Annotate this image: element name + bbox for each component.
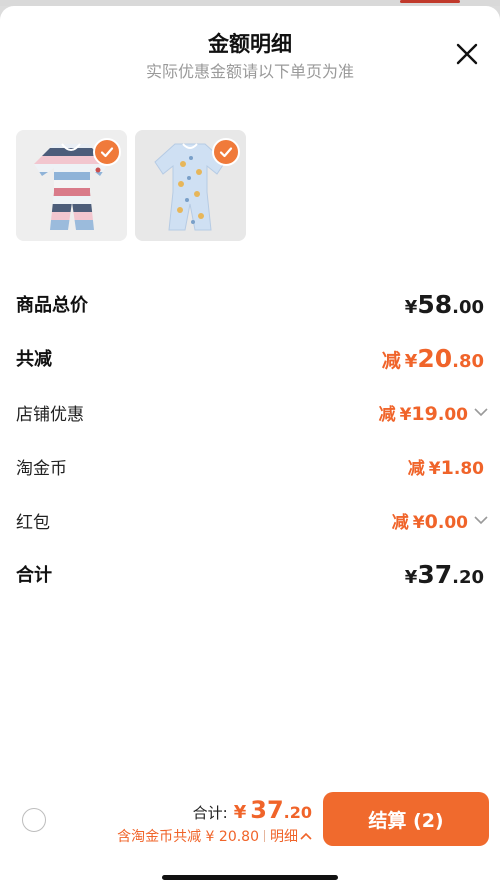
checkout-button[interactable]: 结算 (2) xyxy=(323,792,489,846)
bottom-discount-text: 含淘金币共减 ¥ 20.80 xyxy=(117,829,259,845)
amount-detail-sheet: 金额明细 实际优惠金额请以下单页为准 商品总价 ¥ 58 .00 共减 减 ¥ … xyxy=(0,6,500,890)
hongbao-label: 红包 xyxy=(16,512,50,533)
bottom-total: 合计: ¥ 37 .20 xyxy=(193,796,312,824)
yen-sign: ¥ xyxy=(404,296,418,318)
taojinbi-amount: 减 ¥ 1 .80 xyxy=(408,454,484,479)
bottom-total-label: 合计: xyxy=(192,804,228,822)
select-all-radio[interactable] xyxy=(22,808,46,832)
chevron-up-icon xyxy=(300,832,312,840)
chevron-down-icon[interactable] xyxy=(474,515,488,525)
hongbao-amount: 减 ¥ 0 .00 xyxy=(391,508,488,533)
row-total-discount: 共减 减 ¥ 20 .80 xyxy=(16,338,484,378)
close-icon[interactable] xyxy=(455,42,479,66)
amount-integer: 37 xyxy=(417,559,453,589)
shop-discount-label: 店铺优惠 xyxy=(16,404,84,425)
yen-sign: ¥ xyxy=(412,512,425,533)
total-label: 合计 xyxy=(16,565,52,586)
detail-toggle[interactable]: 明细 xyxy=(270,826,312,846)
yen-sign: ¥ xyxy=(233,802,247,823)
amount-decimal: .80 xyxy=(452,350,484,372)
row-taojinbi: 淘金币 减 ¥ 1 .80 xyxy=(16,446,484,486)
yen-sign: ¥ xyxy=(404,566,418,588)
product-thumb-blue-romper[interactable] xyxy=(135,130,246,241)
discount-prefix: 减 xyxy=(407,458,425,479)
chevron-down-icon[interactable] xyxy=(474,407,488,417)
discount-prefix: 减 xyxy=(381,349,401,372)
total-amount: ¥ 37 .20 xyxy=(405,560,484,589)
yen-sign: ¥ xyxy=(428,458,441,479)
amount-integer: 1 xyxy=(440,456,454,479)
amount-integer: 58 xyxy=(417,289,453,319)
checkout-bar: 合计: ¥ 37 .20 含淘金币共减 ¥ 20.80 明细 结算 (2) xyxy=(0,786,500,850)
amount-integer: 20 xyxy=(417,343,453,373)
amount-decimal: .20 xyxy=(452,566,484,588)
bottom-total-integer: 37 xyxy=(250,796,284,824)
amount-integer: 19 xyxy=(411,402,438,425)
yen-sign: ¥ xyxy=(399,404,412,425)
row-hongbao[interactable]: 红包 减 ¥ 0 .00 xyxy=(16,500,488,540)
taojinbi-label: 淘金币 xyxy=(16,458,67,479)
total-discount-amount: 减 ¥ 20 .80 xyxy=(382,344,484,373)
sheet-subtitle: 实际优惠金额请以下单页为准 xyxy=(145,62,354,81)
row-total: 合计 ¥ 37 .20 xyxy=(16,554,484,594)
total-discount-label: 共减 xyxy=(16,349,52,370)
check-icon[interactable] xyxy=(212,138,240,166)
goods-total-label: 商品总价 xyxy=(16,295,88,316)
amount-decimal: .00 xyxy=(437,512,468,533)
product-thumb-striped-romper[interactable] xyxy=(16,130,127,241)
row-shop-discount[interactable]: 店铺优惠 减 ¥ 19 .00 xyxy=(16,392,488,432)
yen-sign: ¥ xyxy=(404,350,418,372)
row-goods-total: 商品总价 ¥ 58 .00 xyxy=(16,284,484,324)
goods-total-amount: ¥ 58 .00 xyxy=(405,290,484,319)
top-accent xyxy=(400,0,460,3)
discount-prefix: 减 xyxy=(391,512,409,533)
shop-discount-amount: 减 ¥ 19 .00 xyxy=(378,400,488,425)
sheet-title: 金额明细 xyxy=(208,32,292,56)
home-indicator xyxy=(162,875,338,880)
bottom-discount-line: 含淘金币共减 ¥ 20.80 明细 xyxy=(117,826,312,846)
discount-prefix: 减 xyxy=(378,404,396,425)
product-thumbnails xyxy=(16,130,246,241)
detail-label: 明细 xyxy=(270,829,298,845)
amount-decimal: .00 xyxy=(437,404,468,425)
check-icon[interactable] xyxy=(93,138,121,166)
divider xyxy=(264,830,265,842)
bottom-total-decimal: .20 xyxy=(283,803,312,822)
amount-decimal: .80 xyxy=(453,458,484,479)
amount-integer: 0 xyxy=(424,510,438,533)
amount-decimal: .00 xyxy=(452,296,484,318)
